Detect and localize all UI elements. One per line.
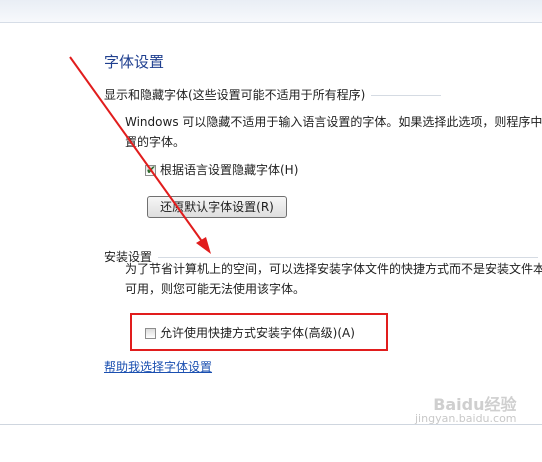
watermark-logo: Baidu经验: [433, 395, 517, 414]
annotation-arrow-line: [69, 56, 207, 248]
watermark-url: jingyan.baidu.com: [415, 412, 517, 425]
annotation-arrowhead: [196, 237, 211, 254]
watermark: Baidu经验 jingyan.baidu.com: [415, 395, 517, 426]
help-choose-font-settings-link[interactable]: 帮助我选择字体设置: [104, 358, 212, 375]
annotation-arrow: [69, 56, 211, 254]
